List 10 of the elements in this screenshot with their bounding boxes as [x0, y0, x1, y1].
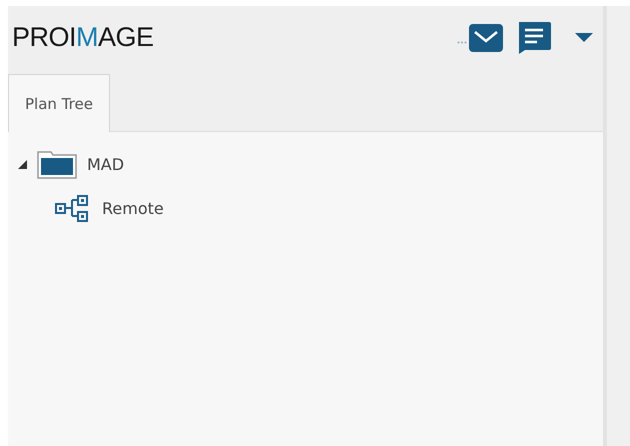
tree-item[interactable]: Remote [102, 198, 164, 218]
tree-item[interactable]: MAD [87, 154, 124, 174]
dots-icon [457, 41, 467, 44]
collapse-triangle-icon[interactable] [18, 160, 27, 168]
dropdown-caret-icon[interactable] [575, 33, 593, 42]
chat-icon[interactable] [517, 22, 551, 54]
mail-icon[interactable] [469, 24, 503, 52]
tab[interactable]: Plan Tree [8, 74, 110, 132]
logo: PROIMAGE [12, 22, 154, 53]
folder-icon [37, 149, 77, 179]
